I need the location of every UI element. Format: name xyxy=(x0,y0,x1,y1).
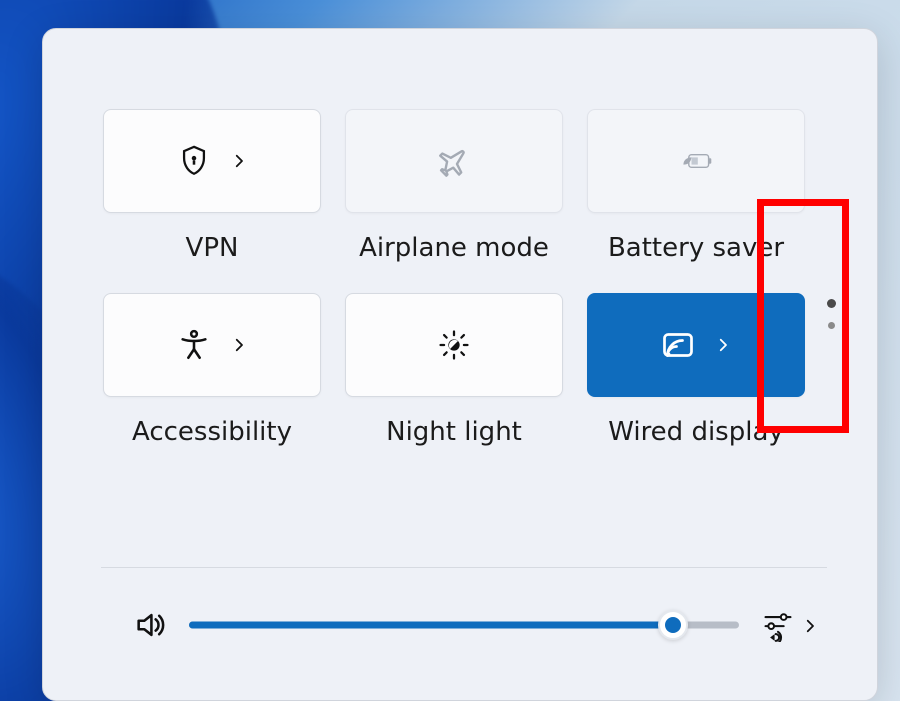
chevron-right-icon xyxy=(714,336,732,354)
tile-cell-wired-display: Wired display xyxy=(587,293,805,447)
slider-thumb[interactable] xyxy=(658,610,688,640)
dot-icon xyxy=(828,322,835,329)
tile-cell-vpn: VPN xyxy=(103,109,321,263)
volume-slider[interactable] xyxy=(189,605,739,645)
tile-label: Wired display xyxy=(608,417,784,447)
tile-label: Airplane mode xyxy=(359,233,549,263)
speaker-icon[interactable] xyxy=(133,608,167,642)
tile-cell-accessibility: Accessibility xyxy=(103,293,321,447)
battery-leaf-icon xyxy=(678,143,714,179)
volume-row xyxy=(133,605,817,645)
airplane-icon xyxy=(436,143,472,179)
tile-cell-airplane: Airplane mode xyxy=(345,109,563,263)
tile-cell-battery-saver: Battery saver xyxy=(587,109,805,263)
cast-icon xyxy=(660,327,696,363)
chevron-right-icon xyxy=(801,617,817,633)
section-divider xyxy=(101,567,827,568)
vpn-toggle[interactable] xyxy=(103,109,321,213)
chevron-right-icon xyxy=(230,152,248,170)
airplane-mode-toggle[interactable] xyxy=(345,109,563,213)
accessibility-icon xyxy=(176,327,212,363)
wired-display-toggle[interactable] xyxy=(587,293,805,397)
tile-label: Battery saver xyxy=(608,233,784,263)
night-light-toggle[interactable] xyxy=(345,293,563,397)
battery-saver-toggle[interactable] xyxy=(587,109,805,213)
tile-label: Accessibility xyxy=(132,417,292,447)
accessibility-toggle[interactable] xyxy=(103,293,321,397)
slider-fill xyxy=(189,622,673,629)
tile-cell-night-light: Night light xyxy=(345,293,563,447)
shield-lock-icon xyxy=(176,143,212,179)
more-options-button[interactable] xyxy=(817,289,845,339)
chevron-right-icon xyxy=(230,336,248,354)
tile-label: VPN xyxy=(186,233,239,263)
sound-output-icon xyxy=(761,608,795,642)
dot-icon xyxy=(827,299,836,308)
tile-label: Night light xyxy=(386,417,522,447)
sound-output-button[interactable] xyxy=(761,608,817,642)
quick-settings-grid: VPN Airplane mode xyxy=(103,109,827,447)
brightness-icon xyxy=(436,327,472,363)
quick-settings-panel: VPN Airplane mode xyxy=(42,28,878,701)
